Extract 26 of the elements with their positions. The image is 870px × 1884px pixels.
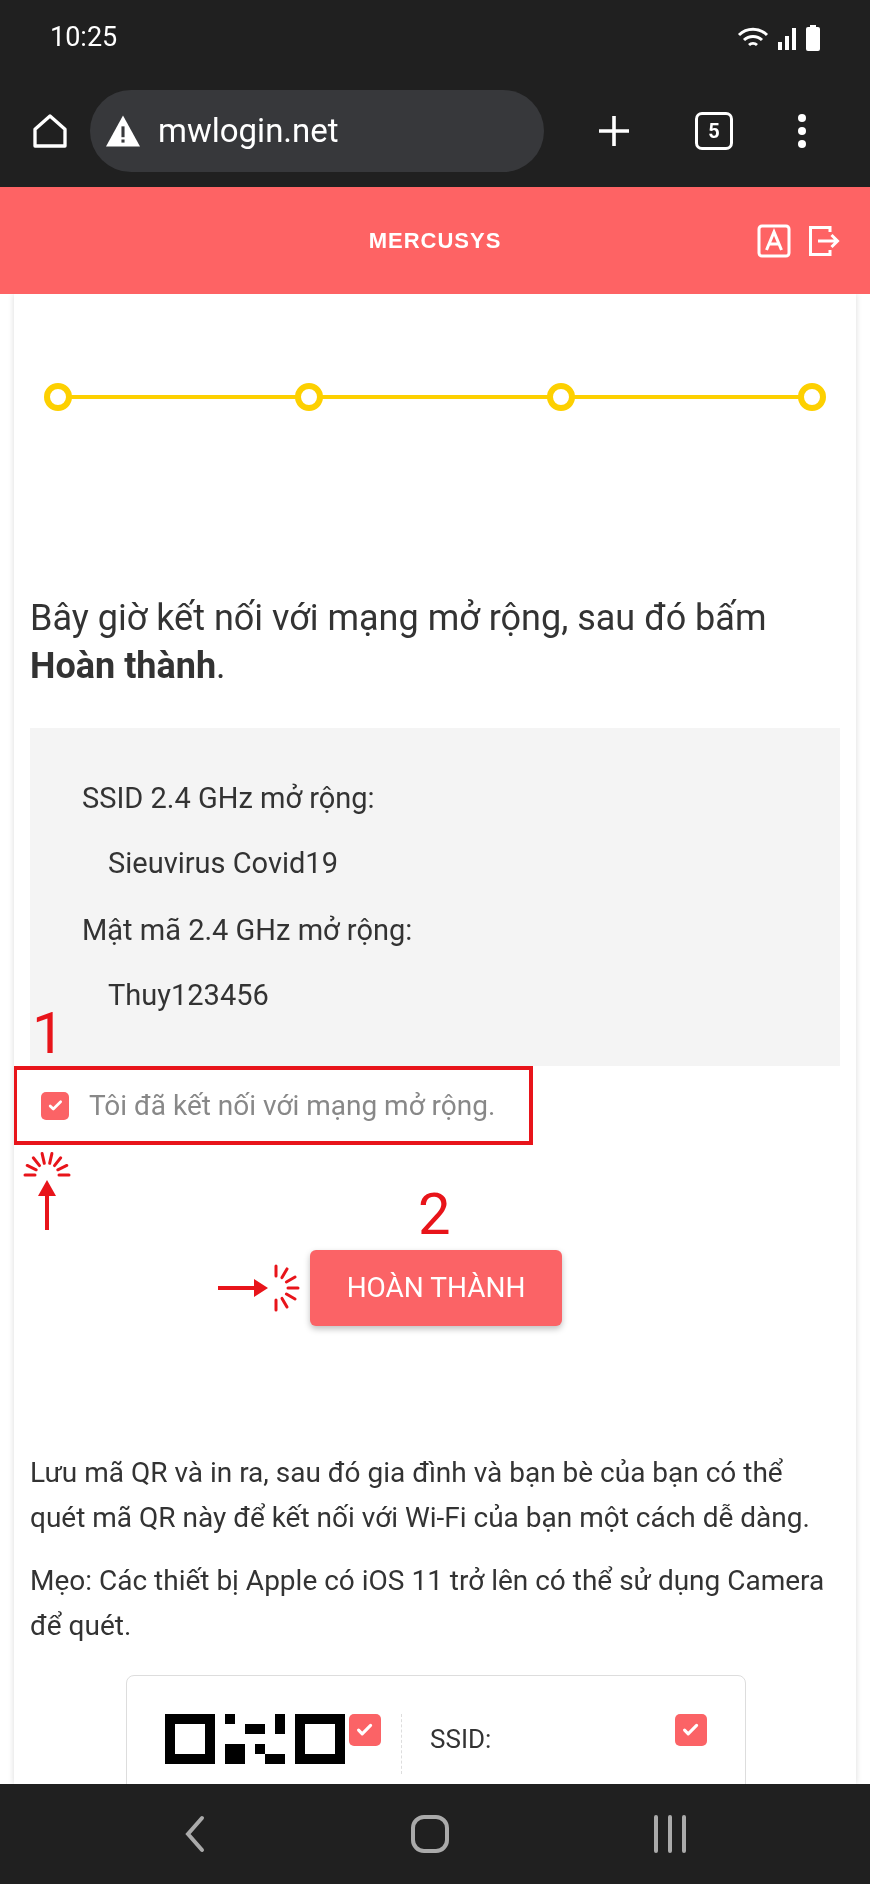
- checkbox[interactable]: [41, 1091, 69, 1120]
- ssid-label: SSID:: [430, 1723, 492, 1756]
- logout-icon[interactable]: [806, 223, 842, 259]
- tab-count-button[interactable]: 5: [695, 112, 733, 150]
- address-bar[interactable]: mwlogin.net: [90, 90, 544, 172]
- info-label: Mật mã 2.4 GHz mở rộng:: [82, 912, 414, 948]
- signal-icon: [778, 25, 798, 50]
- warning-icon: [104, 114, 142, 148]
- qr-description: Lưu mã QR và in ra, sau đó gia đình và bạn bè của bạn có thể quét mã QR này để kết nối với Wi-Fi của bạn một cách dễ dàng.: [30, 1455, 811, 1536]
- info-value: Thuy123456: [108, 977, 270, 1013]
- info-label: SSID 2.4 GHz mở rộng:: [82, 780, 376, 816]
- home-icon[interactable]: [30, 111, 70, 151]
- menu-icon[interactable]: [796, 113, 809, 149]
- logo: MERCUSYS: [368, 227, 502, 255]
- instruction-text: Bây giờ kết nối với mạng mở rộng, sau đó bấm Hoàn thành.: [30, 596, 768, 689]
- tip-text: Mẹo: Các thiết bị Apple có iOS 11 trở lên có thể sử dụng Camera để quét.: [30, 1563, 826, 1644]
- info-value: Sieuvirus Covid19: [108, 845, 339, 881]
- checkbox[interactable]: [349, 1714, 381, 1746]
- language-icon[interactable]: [756, 223, 792, 259]
- checkbox-label: Tôi đã kết nối với mạng mở rộng.: [89, 1087, 496, 1124]
- checkbox[interactable]: [675, 1714, 707, 1746]
- step-number: 1: [32, 1003, 65, 1063]
- status-time: 10:25: [50, 20, 118, 56]
- battery-icon: [806, 24, 820, 51]
- step-number: 2: [418, 1184, 451, 1244]
- home-icon[interactable]: [410, 1814, 450, 1854]
